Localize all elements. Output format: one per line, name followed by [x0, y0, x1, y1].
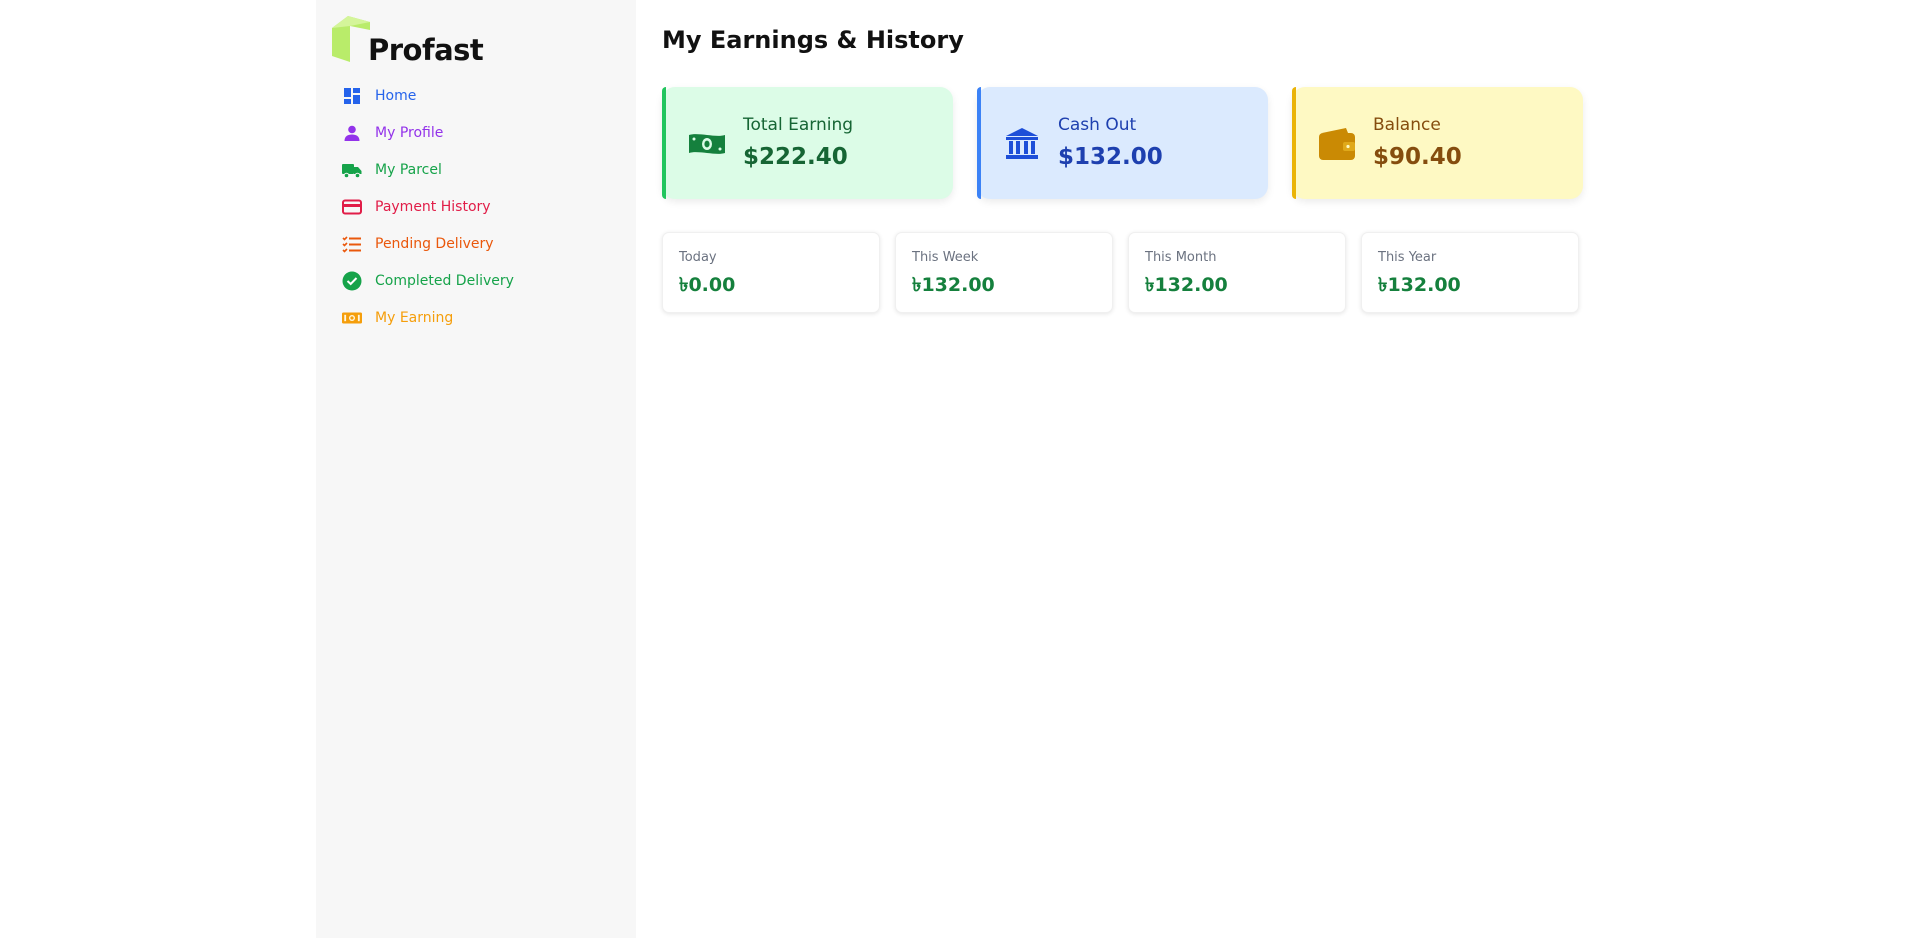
sidebar-item-home[interactable]: Home: [342, 77, 622, 114]
brand-name: Profast: [368, 33, 484, 67]
money-icon: [342, 308, 362, 328]
app-root: Profast Home My Profile My Parcel Paymen…: [0, 0, 1910, 938]
card-label: Balance: [1373, 115, 1441, 135]
sidebar-item-my-earning[interactable]: My Earning: [342, 299, 622, 336]
today-earning-card: Today ৳0.00: [662, 232, 880, 313]
sidebar-item-completed-delivery[interactable]: Completed Delivery: [342, 262, 622, 299]
sidebar-item-my-parcel[interactable]: My Parcel: [342, 151, 622, 188]
sidebar-item-label: Home: [375, 87, 417, 104]
sidebar-item-pending-delivery[interactable]: Pending Delivery: [342, 225, 622, 262]
sidebar-item-payment-history[interactable]: Payment History: [342, 188, 622, 225]
banknote-icon: [688, 125, 726, 163]
this-year-earning-card: This Year ৳132.00: [1361, 232, 1579, 313]
period-value: ৳132.00: [912, 274, 995, 296]
sidebar-item-label: My Earning: [375, 309, 454, 326]
card-value: $222.40: [743, 144, 848, 170]
dashboard-icon: [342, 86, 362, 106]
check-circle-icon: [342, 271, 362, 291]
sidebar: Profast Home My Profile My Parcel Paymen…: [316, 0, 636, 938]
logo-mark-icon: [332, 16, 370, 62]
card-accent: [662, 87, 666, 199]
wallet-icon: [1318, 125, 1356, 163]
brand-logo[interactable]: Profast: [332, 16, 484, 67]
period-label: Today: [679, 250, 717, 265]
card-label: Cash Out: [1058, 115, 1137, 135]
sidebar-item-label: Payment History: [375, 198, 491, 215]
period-label: This Year: [1378, 250, 1437, 265]
total-earning-card: Total Earning $222.40: [662, 87, 953, 199]
bank-icon: [1003, 125, 1041, 163]
sidebar-item-my-profile[interactable]: My Profile: [342, 114, 622, 151]
this-week-earning-card: This Week ৳132.00: [895, 232, 1113, 313]
period-value: ৳132.00: [1145, 274, 1228, 296]
card-accent: [977, 87, 981, 199]
card-value: $90.40: [1373, 144, 1462, 170]
credit-card-icon: [342, 197, 362, 217]
this-month-earning-card: This Month ৳132.00: [1128, 232, 1346, 313]
card-value: $132.00: [1058, 144, 1163, 170]
page-title: My Earnings & History: [662, 26, 964, 54]
balance-card: Balance $90.40: [1292, 87, 1583, 199]
person-icon: [342, 123, 362, 143]
sidebar-item-label: Pending Delivery: [375, 235, 494, 252]
card-label: Total Earning: [743, 115, 854, 135]
period-value: ৳132.00: [1378, 274, 1461, 296]
checklist-icon: [342, 234, 362, 254]
sidebar-item-label: My Profile: [375, 124, 444, 141]
truck-icon: [342, 160, 362, 180]
sidebar-item-label: My Parcel: [375, 161, 442, 178]
main-content: My Earnings & History Total Earning $222…: [636, 0, 1910, 938]
period-label: This Week: [912, 250, 979, 265]
period-value: ৳0.00: [679, 274, 736, 296]
period-label: This Month: [1145, 250, 1217, 265]
sidebar-nav: Home My Profile My Parcel Payment Histor…: [342, 77, 622, 336]
card-accent: [1292, 87, 1296, 199]
cash-out-card: Cash Out $132.00: [977, 87, 1268, 199]
sidebar-item-label: Completed Delivery: [375, 272, 514, 289]
